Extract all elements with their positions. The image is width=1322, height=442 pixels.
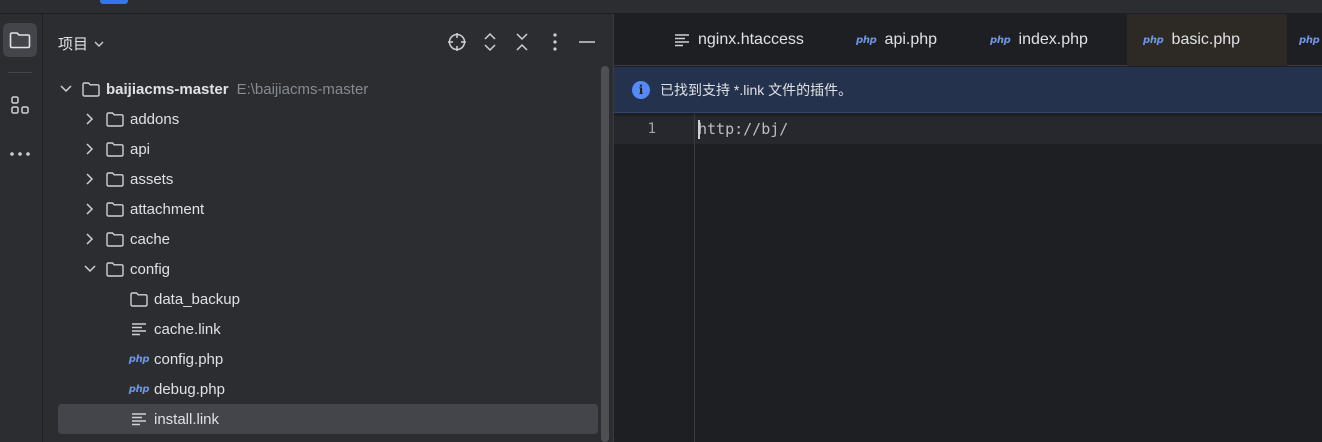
folder-icon <box>130 291 148 307</box>
tree-item-config-php[interactable]: php config.php <box>58 344 598 374</box>
tab-basic-php[interactable]: php basic.php <box>1127 14 1287 66</box>
tree-item-debug-php[interactable]: php debug.php <box>58 374 598 404</box>
tab-label: api.php <box>884 31 938 48</box>
tree-item-config[interactable]: config <box>58 254 598 284</box>
banner-text: 已找到支持 *.link 文件的插件。 <box>660 81 853 98</box>
tree-item-label: config <box>130 260 171 278</box>
collapse-all-button[interactable] <box>511 31 533 53</box>
tab-api-php[interactable]: php api.php <box>840 14 953 66</box>
line-number: 1 <box>647 121 656 137</box>
tree-item-label: config.php <box>154 350 224 368</box>
tab-label: nginx.htaccess <box>698 31 804 48</box>
tree-item-label: baijiacms-master <box>106 80 229 98</box>
tree-item-label: debug.php <box>154 380 225 398</box>
folder-icon <box>82 81 100 97</box>
tree-item-install-link[interactable]: install.link <box>58 404 598 434</box>
gutter-divider <box>694 114 695 442</box>
options-menu-button[interactable] <box>544 31 566 53</box>
tab-nginx-htaccess[interactable]: nginx.htaccess <box>658 14 820 66</box>
tree-item-cache-link[interactable]: cache.link <box>58 314 598 344</box>
project-panel: 项目 baijiacms-master E:\baijiacms-master <box>43 14 613 442</box>
crosshair-icon <box>448 33 466 51</box>
project-view-selector[interactable]: 项目 <box>58 33 104 54</box>
php-icon: php <box>128 353 150 365</box>
plugin-suggestion-banner: i 已找到支持 *.link 文件的插件。 <box>614 67 1322 113</box>
php-icon: php <box>1299 34 1320 46</box>
title-bar <box>0 0 1322 14</box>
activity-separator <box>8 72 32 73</box>
tree-item-data-backup[interactable]: data_backup <box>58 284 598 314</box>
tree-item-label: addons <box>130 110 180 128</box>
tree-item-label: attachment <box>130 200 205 218</box>
tree-item-baijiacms-master[interactable]: baijiacms-master E:\baijiacms-master <box>58 74 598 104</box>
title-bar-accent <box>100 0 128 4</box>
tree-item-addons[interactable]: addons <box>58 104 598 134</box>
more-tools-button[interactable] <box>3 137 37 171</box>
structure-icon <box>11 96 29 114</box>
minimize-icon <box>579 41 595 43</box>
collapse-all-icon <box>516 33 528 51</box>
tree-item-label: install.link <box>154 410 220 428</box>
info-icon: i <box>632 80 650 99</box>
tree-item-label: cache.link <box>154 320 221 338</box>
folder-icon <box>106 171 124 187</box>
project-tool-button[interactable] <box>3 23 37 57</box>
tree-item-label: data_backup <box>154 290 240 308</box>
tree-item-label: assets <box>130 170 174 188</box>
folder-icon <box>106 201 124 217</box>
folder-icon <box>106 231 124 247</box>
tab-index-php[interactable]: php index.php <box>974 14 1104 66</box>
locate-file-button[interactable] <box>446 31 468 53</box>
tree-item-path: E:\baijiacms-master <box>236 80 369 98</box>
more-vertical-icon <box>553 33 557 51</box>
expand-all-icon <box>484 32 496 52</box>
activity-bar <box>0 14 43 442</box>
folder-icon <box>106 111 124 127</box>
tree-item-assets[interactable]: assets <box>58 164 598 194</box>
hide-panel-button[interactable] <box>576 31 598 53</box>
editor-tab-bar: nginx.htaccess php api.php php index.php… <box>614 14 1322 66</box>
tree-item-attachment[interactable]: attachment <box>58 194 598 224</box>
tree-item-api[interactable]: api <box>58 134 598 164</box>
chevron-right-icon[interactable] <box>82 201 98 217</box>
folder-icon <box>106 261 124 277</box>
more-horizontal-icon <box>10 152 30 156</box>
php-icon: php <box>1143 34 1164 46</box>
project-panel-title: 项目 <box>58 36 89 53</box>
text-file-icon <box>674 33 690 47</box>
php-icon: php <box>990 34 1011 46</box>
expand-all-button[interactable] <box>479 31 501 53</box>
folder-icon <box>9 32 31 49</box>
chevron-right-icon[interactable] <box>82 141 98 157</box>
text-file-icon <box>130 321 148 337</box>
project-tree-scrollbar[interactable] <box>601 66 609 442</box>
chevron-right-icon[interactable] <box>82 171 98 187</box>
tab-label: index.php <box>1018 31 1088 48</box>
tree-item-label: api <box>130 140 151 158</box>
folder-icon <box>106 141 124 157</box>
php-icon: php <box>856 34 877 46</box>
tab-s[interactable]: php s <box>1287 14 1322 66</box>
editor-area: nginx.htaccess php api.php php index.php… <box>613 14 1322 442</box>
chevron-down-icon[interactable] <box>58 81 74 97</box>
chevron-right-icon[interactable] <box>82 111 98 127</box>
tree-item-cache[interactable]: cache <box>58 224 598 254</box>
tree-item-label: cache <box>130 230 171 248</box>
text-file-icon <box>130 411 148 427</box>
text-caret <box>698 120 700 139</box>
project-panel-header: 项目 <box>43 14 613 68</box>
code-line[interactable]: http://bj/ <box>698 120 788 138</box>
chevron-right-icon[interactable] <box>82 231 98 247</box>
structure-tool-button[interactable] <box>3 88 37 122</box>
code-editor[interactable]: 1 http://bj/ <box>614 114 1322 442</box>
chevron-down-icon <box>94 41 104 47</box>
chevron-down-icon[interactable] <box>82 261 98 277</box>
php-icon: php <box>128 383 150 395</box>
tab-label: basic.php <box>1171 31 1241 48</box>
